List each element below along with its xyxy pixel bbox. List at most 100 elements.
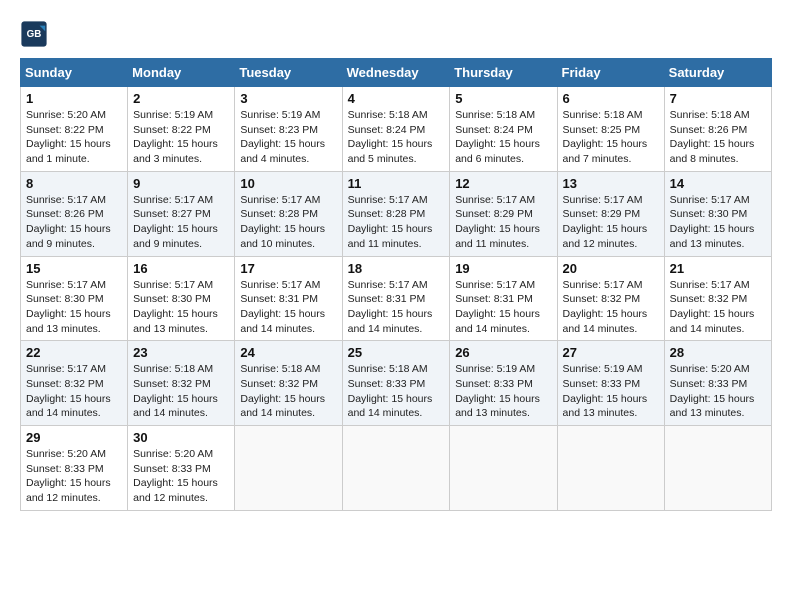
daylight-label: Daylight: 15 hours [133, 138, 218, 150]
day-cell [342, 426, 450, 511]
daylight-label: Daylight: 15 hours [563, 223, 648, 235]
sunset-label: Sunset: 8:33 PM [563, 378, 641, 390]
sunset-label: Sunset: 8:24 PM [348, 124, 426, 136]
day-info: Sunrise: 5:20 AM Sunset: 8:22 PM Dayligh… [26, 108, 122, 167]
day-info: Sunrise: 5:17 AM Sunset: 8:30 PM Dayligh… [26, 278, 122, 337]
day-number: 10 [240, 176, 336, 191]
sunset-label: Sunset: 8:32 PM [26, 378, 104, 390]
sunrise-label: Sunrise: 5:20 AM [670, 363, 750, 375]
sunset-label: Sunset: 8:32 PM [670, 293, 748, 305]
daylight-minutes: and 14 minutes. [563, 323, 638, 335]
sunrise-label: Sunrise: 5:18 AM [240, 363, 320, 375]
daylight-minutes: and 12 minutes. [563, 238, 638, 250]
day-info: Sunrise: 5:17 AM Sunset: 8:30 PM Dayligh… [670, 193, 766, 252]
day-cell: 30 Sunrise: 5:20 AM Sunset: 8:33 PM Dayl… [128, 426, 235, 511]
daylight-label: Daylight: 15 hours [26, 308, 111, 320]
day-number: 7 [670, 91, 766, 106]
day-cell [450, 426, 557, 511]
week-row-4: 22 Sunrise: 5:17 AM Sunset: 8:32 PM Dayl… [21, 341, 772, 426]
week-row-3: 15 Sunrise: 5:17 AM Sunset: 8:30 PM Dayl… [21, 256, 772, 341]
daylight-minutes: and 13 minutes. [26, 323, 101, 335]
day-number: 18 [348, 261, 445, 276]
sunrise-label: Sunrise: 5:19 AM [563, 363, 643, 375]
header: GB [20, 20, 772, 48]
sunset-label: Sunset: 8:25 PM [563, 124, 641, 136]
day-number: 13 [563, 176, 659, 191]
sunset-label: Sunset: 8:24 PM [455, 124, 533, 136]
sunset-label: Sunset: 8:31 PM [455, 293, 533, 305]
sunset-label: Sunset: 8:30 PM [26, 293, 104, 305]
daylight-minutes: and 14 minutes. [670, 323, 745, 335]
daylight-minutes: and 9 minutes. [133, 238, 202, 250]
day-info: Sunrise: 5:18 AM Sunset: 8:24 PM Dayligh… [348, 108, 445, 167]
sunrise-label: Sunrise: 5:17 AM [670, 194, 750, 206]
daylight-minutes: and 11 minutes. [455, 238, 529, 250]
daylight-label: Daylight: 15 hours [563, 393, 648, 405]
daylight-minutes: and 7 minutes. [563, 153, 632, 165]
day-info: Sunrise: 5:18 AM Sunset: 8:32 PM Dayligh… [133, 362, 229, 421]
sunset-label: Sunset: 8:32 PM [133, 378, 211, 390]
sunrise-label: Sunrise: 5:17 AM [455, 279, 535, 291]
day-number: 20 [563, 261, 659, 276]
sunrise-label: Sunrise: 5:18 AM [670, 109, 750, 121]
day-cell: 18 Sunrise: 5:17 AM Sunset: 8:31 PM Dayl… [342, 256, 450, 341]
daylight-label: Daylight: 15 hours [670, 223, 755, 235]
day-info: Sunrise: 5:17 AM Sunset: 8:29 PM Dayligh… [455, 193, 551, 252]
day-info: Sunrise: 5:17 AM Sunset: 8:32 PM Dayligh… [563, 278, 659, 337]
day-cell [235, 426, 342, 511]
daylight-label: Daylight: 15 hours [26, 223, 111, 235]
daylight-label: Daylight: 15 hours [240, 308, 325, 320]
day-number: 8 [26, 176, 122, 191]
daylight-minutes: and 13 minutes. [670, 238, 745, 250]
day-cell: 10 Sunrise: 5:17 AM Sunset: 8:28 PM Dayl… [235, 171, 342, 256]
daylight-minutes: and 6 minutes. [455, 153, 524, 165]
header-cell-tuesday: Tuesday [235, 59, 342, 87]
sunrise-label: Sunrise: 5:20 AM [26, 109, 106, 121]
day-info: Sunrise: 5:17 AM Sunset: 8:28 PM Dayligh… [348, 193, 445, 252]
sunrise-label: Sunrise: 5:17 AM [133, 279, 213, 291]
day-cell: 5 Sunrise: 5:18 AM Sunset: 8:24 PM Dayli… [450, 87, 557, 172]
day-info: Sunrise: 5:20 AM Sunset: 8:33 PM Dayligh… [26, 447, 122, 506]
daylight-minutes: and 14 minutes. [240, 323, 315, 335]
day-number: 5 [455, 91, 551, 106]
calendar-body: 1 Sunrise: 5:20 AM Sunset: 8:22 PM Dayli… [21, 87, 772, 511]
day-number: 14 [670, 176, 766, 191]
daylight-minutes: and 1 minute. [26, 153, 90, 165]
daylight-minutes: and 14 minutes. [133, 407, 208, 419]
sunrise-label: Sunrise: 5:17 AM [563, 194, 643, 206]
logo: GB [20, 20, 52, 48]
day-cell: 24 Sunrise: 5:18 AM Sunset: 8:32 PM Dayl… [235, 341, 342, 426]
daylight-minutes: and 12 minutes. [26, 492, 101, 504]
daylight-label: Daylight: 15 hours [26, 393, 111, 405]
sunset-label: Sunset: 8:22 PM [133, 124, 211, 136]
day-cell: 3 Sunrise: 5:19 AM Sunset: 8:23 PM Dayli… [235, 87, 342, 172]
header-cell-monday: Monday [128, 59, 235, 87]
day-cell: 22 Sunrise: 5:17 AM Sunset: 8:32 PM Dayl… [21, 341, 128, 426]
day-info: Sunrise: 5:18 AM Sunset: 8:25 PM Dayligh… [563, 108, 659, 167]
daylight-label: Daylight: 15 hours [455, 223, 540, 235]
sunrise-label: Sunrise: 5:17 AM [240, 194, 320, 206]
day-cell: 9 Sunrise: 5:17 AM Sunset: 8:27 PM Dayli… [128, 171, 235, 256]
day-info: Sunrise: 5:17 AM Sunset: 8:26 PM Dayligh… [26, 193, 122, 252]
daylight-label: Daylight: 15 hours [240, 223, 325, 235]
week-row-2: 8 Sunrise: 5:17 AM Sunset: 8:26 PM Dayli… [21, 171, 772, 256]
day-number: 6 [563, 91, 659, 106]
day-number: 30 [133, 430, 229, 445]
day-number: 9 [133, 176, 229, 191]
daylight-label: Daylight: 15 hours [133, 477, 218, 489]
daylight-label: Daylight: 15 hours [348, 393, 433, 405]
sunset-label: Sunset: 8:29 PM [563, 208, 641, 220]
day-info: Sunrise: 5:20 AM Sunset: 8:33 PM Dayligh… [670, 362, 766, 421]
daylight-label: Daylight: 15 hours [455, 308, 540, 320]
day-cell: 11 Sunrise: 5:17 AM Sunset: 8:28 PM Dayl… [342, 171, 450, 256]
sunrise-label: Sunrise: 5:19 AM [133, 109, 213, 121]
sunset-label: Sunset: 8:32 PM [563, 293, 641, 305]
daylight-minutes: and 4 minutes. [240, 153, 309, 165]
daylight-label: Daylight: 15 hours [670, 138, 755, 150]
day-cell [557, 426, 664, 511]
sunrise-label: Sunrise: 5:17 AM [26, 363, 106, 375]
day-cell: 14 Sunrise: 5:17 AM Sunset: 8:30 PM Dayl… [664, 171, 771, 256]
day-cell: 17 Sunrise: 5:17 AM Sunset: 8:31 PM Dayl… [235, 256, 342, 341]
day-info: Sunrise: 5:18 AM Sunset: 8:33 PM Dayligh… [348, 362, 445, 421]
sunset-label: Sunset: 8:31 PM [348, 293, 426, 305]
